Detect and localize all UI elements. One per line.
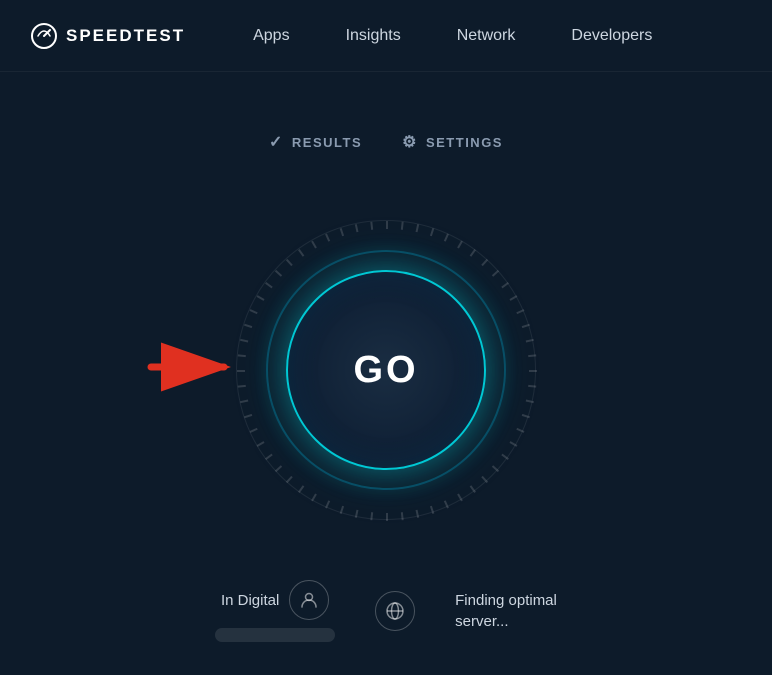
finding-line1: Finding optimal xyxy=(455,592,557,609)
main-content: ✓ RESULTS ⚙ SETTINGS xyxy=(0,72,772,642)
nav-item-insights[interactable]: Insights xyxy=(318,0,429,72)
header: SPEEDTEST Apps Insights Network Develope… xyxy=(0,0,772,72)
tab-results[interactable]: ✓ RESULTS xyxy=(269,132,362,160)
speedtest-logo-icon xyxy=(30,22,58,50)
server-status: Finding optimal server... xyxy=(455,592,557,630)
nav-item-apps[interactable]: Apps xyxy=(225,0,317,72)
checkmark-icon: ✓ xyxy=(269,132,284,152)
main-nav: Apps Insights Network Developers xyxy=(225,0,680,72)
person-icon xyxy=(300,591,318,609)
brand-name: SPEEDTEST xyxy=(66,26,185,46)
person-icon-circle[interactable] xyxy=(289,580,329,620)
finding-line2: server... xyxy=(455,613,557,630)
location-status: In Digital xyxy=(215,580,335,642)
status-bar: In Digital Finding optimal server... xyxy=(215,580,557,642)
go-button[interactable]: GO xyxy=(286,270,486,470)
location-sublabel-blur xyxy=(215,628,335,642)
speedtest-area: GO xyxy=(226,210,546,530)
nav-item-developers[interactable]: Developers xyxy=(543,0,680,72)
globe-icon-circle[interactable] xyxy=(375,591,415,631)
tab-bar: ✓ RESULTS ⚙ SETTINGS xyxy=(269,132,503,160)
location-label-row: In Digital xyxy=(221,580,329,620)
nav-item-network[interactable]: Network xyxy=(429,0,544,72)
arrow-indicator xyxy=(146,340,236,400)
go-label: GO xyxy=(353,349,418,392)
gear-icon: ⚙ xyxy=(402,132,418,152)
tab-settings-label: SETTINGS xyxy=(426,135,503,150)
logo[interactable]: SPEEDTEST xyxy=(30,22,185,50)
location-text: In Digital xyxy=(221,592,279,609)
globe-icon xyxy=(385,601,405,621)
tab-results-label: RESULTS xyxy=(292,135,362,150)
tab-settings[interactable]: ⚙ SETTINGS xyxy=(402,132,503,160)
